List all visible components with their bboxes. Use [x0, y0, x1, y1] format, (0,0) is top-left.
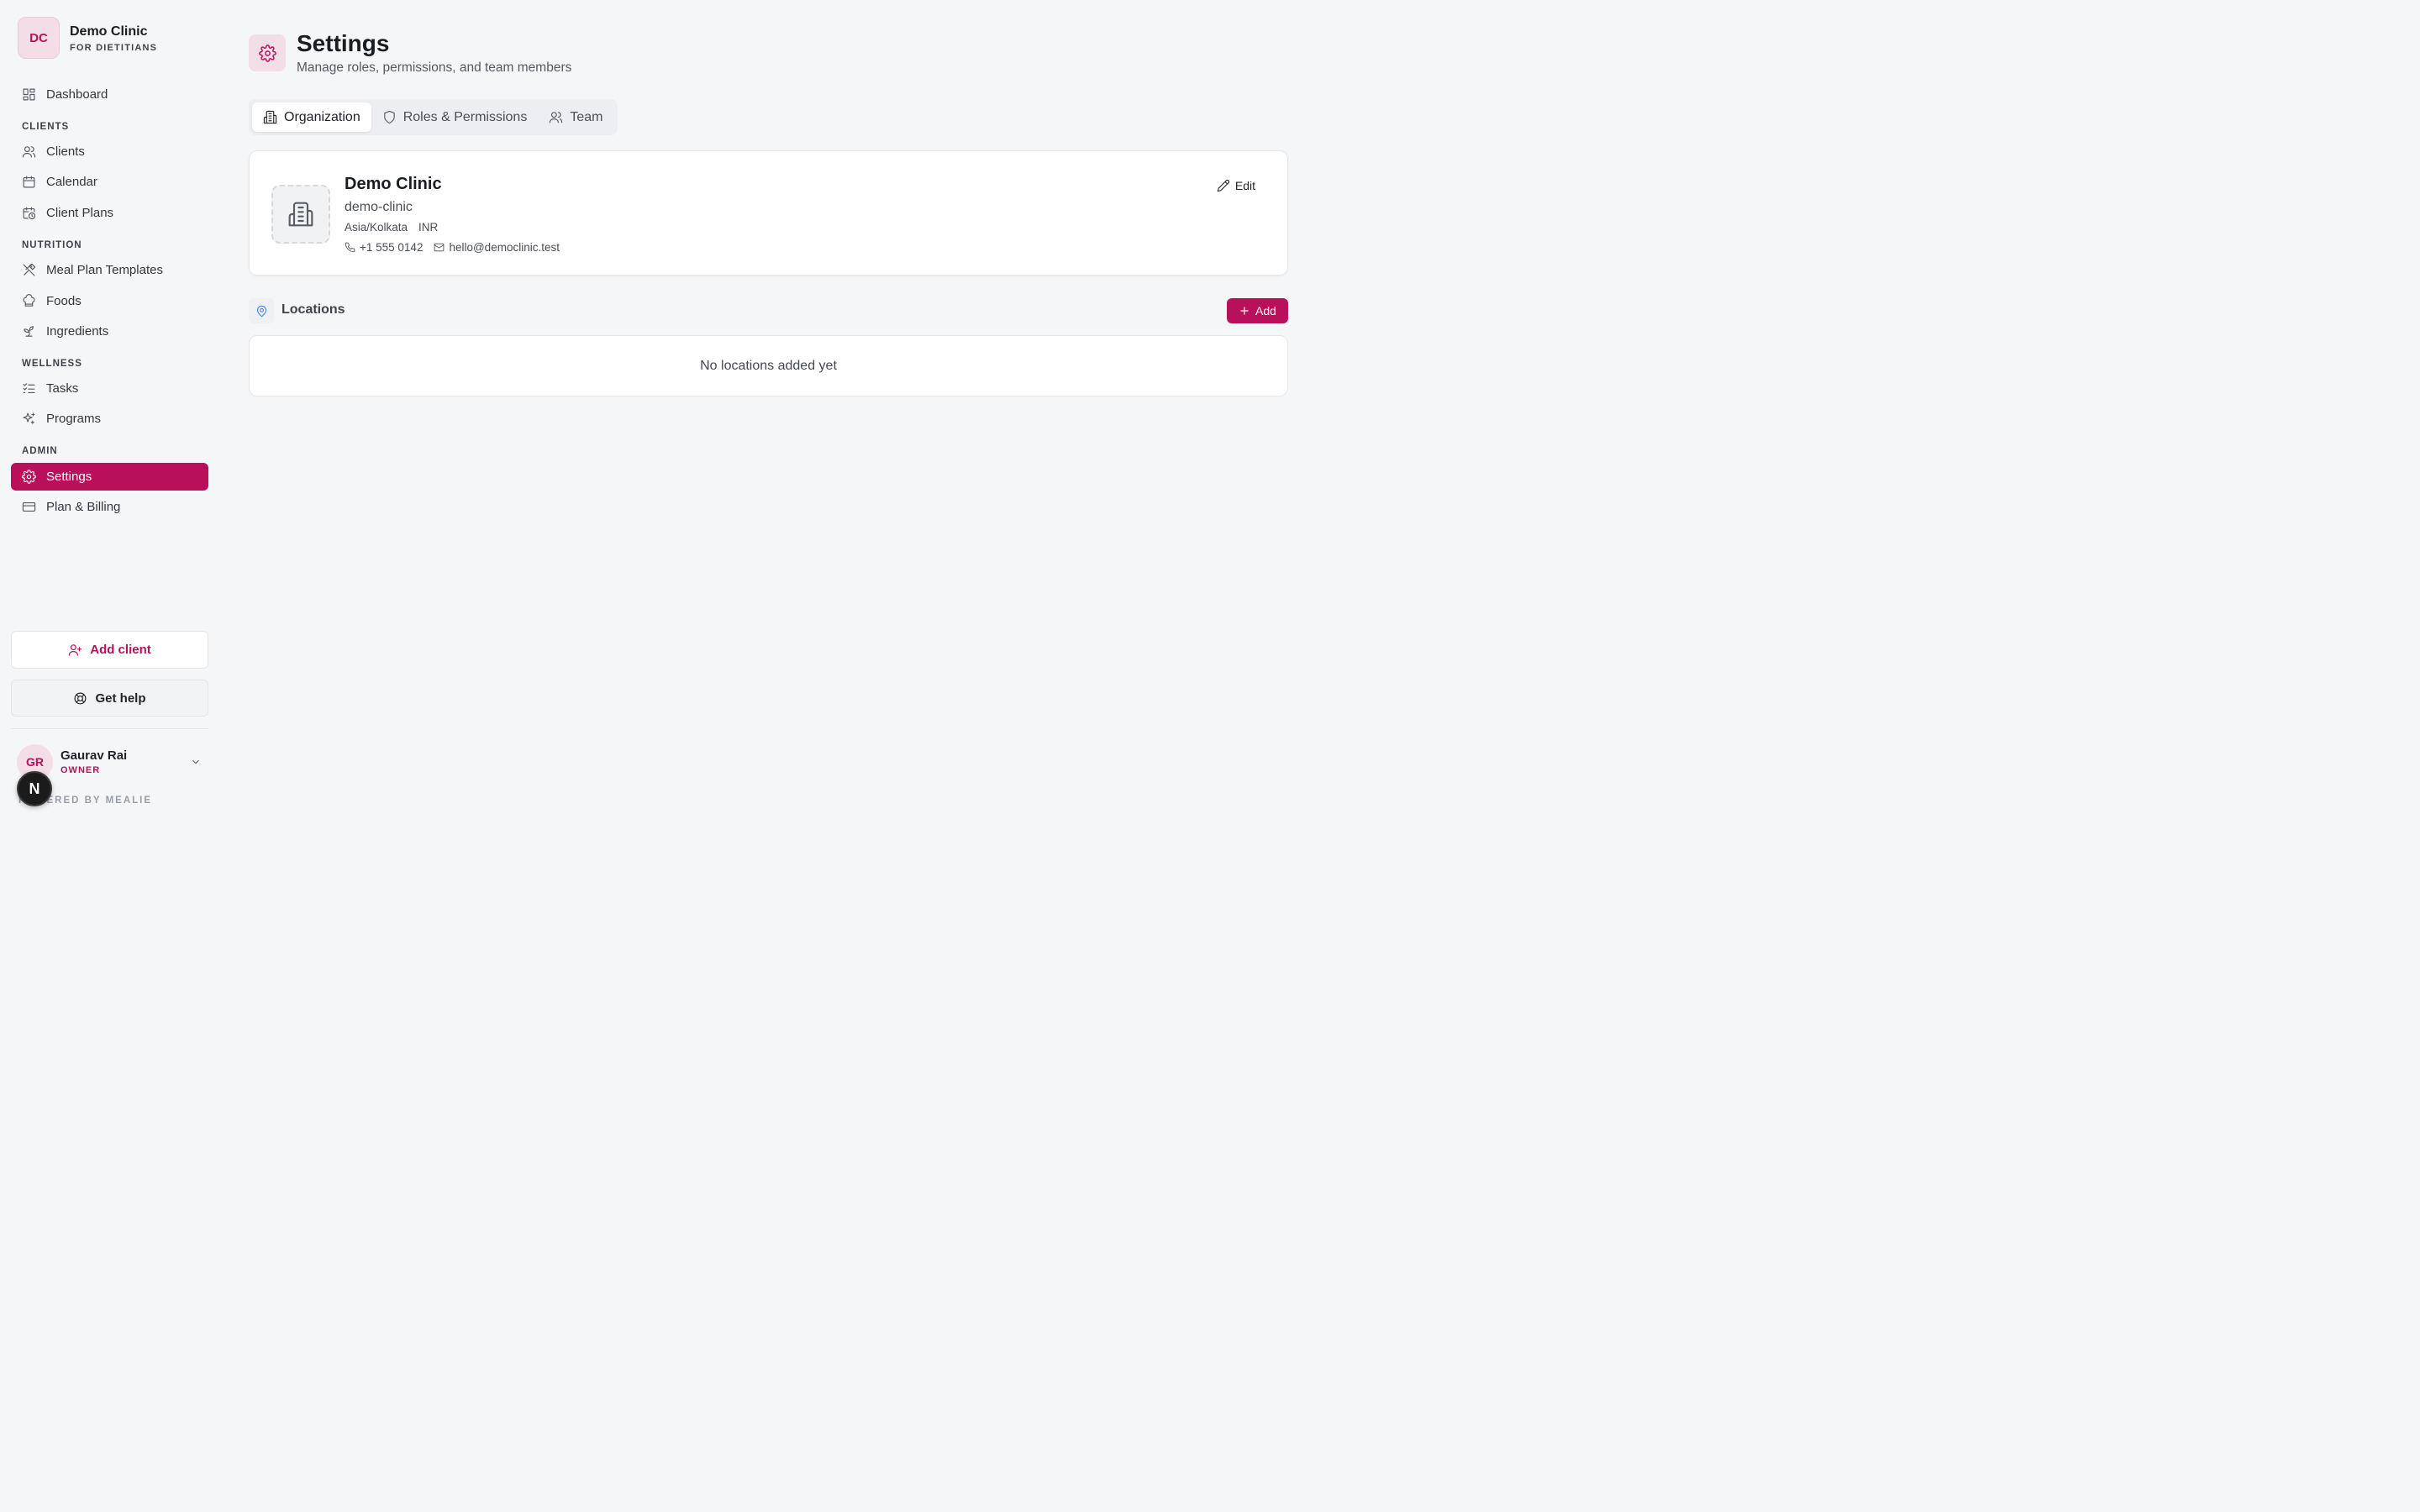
sidebar-item-label: Meal Plan Templates: [46, 263, 163, 277]
sidebar-item-label: Client Plans: [46, 206, 114, 220]
dev-tools-badge[interactable]: N: [17, 771, 52, 806]
organization-phone: +1 555 0142: [345, 241, 423, 254]
life-buoy-icon: [75, 692, 87, 704]
shield-icon: [383, 110, 395, 124]
add-location-button[interactable]: Add: [1227, 298, 1288, 323]
email-text: hello@democlinic.test: [449, 241, 560, 254]
sidebar-item-ingredients[interactable]: Ingredients: [11, 318, 208, 345]
sidebar-item-client-plans[interactable]: Client Plans: [11, 199, 208, 227]
user-info: Gaurav Rai OWNER: [60, 748, 127, 775]
page-title: Settings: [297, 30, 390, 56]
calendar-icon: [22, 175, 36, 189]
sidebar-item-clients[interactable]: Clients: [11, 138, 208, 165]
gear-icon: [249, 34, 286, 71]
section-label-nutrition: NUTRITION: [22, 240, 82, 250]
sidebar-item-programs[interactable]: Programs: [11, 405, 208, 433]
section-label-admin: ADMIN: [22, 446, 58, 456]
organization-card: Demo Clinic demo-clinic Asia/Kolkata INR…: [249, 150, 1288, 276]
brand-logo: DC: [18, 17, 60, 59]
organization-name: Demo Clinic: [345, 175, 442, 193]
add-label: Add: [1255, 304, 1276, 318]
add-client-label: Add client: [90, 643, 151, 657]
sparkles-icon: [22, 412, 36, 426]
brand[interactable]: DC Demo Clinic FOR DIETITIANS: [18, 17, 157, 59]
get-help-button[interactable]: Get help: [11, 680, 208, 717]
organization-contact: +1 555 0142 hello@democlinic.test: [345, 241, 571, 254]
user-role: OWNER: [60, 765, 101, 775]
page-header: Settings Manage roles, permissions, and …: [249, 30, 571, 76]
utensils-crossed-icon: [22, 263, 36, 277]
list-checks-icon: [22, 381, 36, 396]
tab-label: Organization: [284, 109, 360, 124]
dashboard-icon: [22, 87, 36, 102]
brand-subtitle: FOR DIETITIANS: [70, 43, 158, 53]
sidebar-item-meal-plan-templates[interactable]: Meal Plan Templates: [11, 256, 208, 284]
tab-roles-permissions[interactable]: Roles & Permissions: [371, 102, 539, 132]
edit-organization-button[interactable]: Edit: [1217, 179, 1255, 192]
sidebar-item-label: Ingredients: [46, 324, 109, 339]
get-help-label: Get help: [95, 690, 146, 706]
phone-text: +1 555 0142: [360, 241, 424, 254]
brand-name: Demo Clinic: [70, 24, 148, 39]
sidebar-item-label: Tasks: [46, 381, 79, 396]
chef-hat-icon: [22, 294, 36, 308]
sidebar-item-dashboard[interactable]: Dashboard: [11, 81, 208, 108]
mail-icon: [434, 243, 445, 252]
organization-currency: INR: [418, 221, 439, 234]
map-pin-icon: [249, 298, 274, 323]
settings-tabs: Organization Roles & Permissions Team: [249, 99, 618, 135]
building-icon: [263, 110, 277, 124]
plus-icon: [1240, 307, 1249, 315]
sidebar-item-label: Clients: [46, 144, 85, 159]
locations-header: Locations Add: [249, 298, 1288, 323]
building-icon: [288, 202, 313, 227]
pencil-icon: [1217, 179, 1229, 192]
phone-icon: [345, 242, 355, 253]
sidebar-item-settings[interactable]: Settings: [11, 463, 208, 491]
sidebar-item-foods[interactable]: Foods: [11, 287, 208, 315]
user-plus-icon: [69, 644, 82, 656]
sidebar-item-calendar[interactable]: Calendar: [11, 168, 208, 196]
sidebar-item-label: Calendar: [46, 175, 97, 189]
brand-text: Demo Clinic FOR DIETITIANS: [70, 23, 157, 53]
gear-icon: [22, 470, 36, 484]
organization-logo-placeholder[interactable]: [271, 185, 330, 244]
sidebar-item-label: Plan & Billing: [46, 500, 121, 514]
tab-team[interactable]: Team: [538, 102, 613, 132]
header-text: Settings Manage roles, permissions, and …: [297, 30, 571, 76]
sidebar-item-tasks[interactable]: Tasks: [11, 375, 208, 402]
sidebar-item-label: Settings: [46, 470, 92, 484]
locations-empty-state: No locations added yet: [249, 335, 1288, 396]
locations-title: Locations: [281, 302, 345, 317]
sidebar-item-plan-billing[interactable]: Plan & Billing: [11, 493, 208, 521]
section-label-wellness: WELLNESS: [22, 359, 82, 369]
app-root: DC Demo Clinic FOR DIETITIANS Dashboard …: [0, 0, 1318, 823]
tab-organization[interactable]: Organization: [252, 102, 371, 132]
page-subtitle: Manage roles, permissions, and team memb…: [297, 60, 572, 75]
user-name: Gaurav Rai: [60, 748, 128, 763]
users-icon: [22, 144, 36, 159]
add-client-button[interactable]: Add client: [11, 631, 208, 669]
sidebar-item-label: Programs: [46, 412, 102, 426]
organization-email: hello@democlinic.test: [434, 241, 560, 254]
chevron-down-icon[interactable]: [190, 756, 202, 768]
organization-timezone: Asia/Kolkata: [345, 221, 408, 234]
calendar-clock-icon: [22, 206, 36, 220]
credit-card-icon: [22, 500, 36, 514]
users-icon: [550, 112, 563, 123]
sidebar: DC Demo Clinic FOR DIETITIANS Dashboard …: [0, 0, 220, 823]
sidebar-divider: [11, 728, 208, 729]
edit-label: Edit: [1234, 179, 1255, 192]
sidebar-item-label: Dashboard: [46, 87, 108, 102]
sprout-icon: [22, 324, 36, 339]
tab-label: Team: [570, 109, 603, 124]
sidebar-item-label: Foods: [46, 294, 82, 308]
empty-state-text: No locations added yet: [700, 358, 837, 373]
organization-slug: demo-clinic: [345, 200, 413, 214]
organization-meta: Asia/Kolkata INR: [345, 221, 438, 234]
section-label-clients: CLIENTS: [22, 122, 70, 132]
tab-label: Roles & Permissions: [402, 109, 528, 124]
